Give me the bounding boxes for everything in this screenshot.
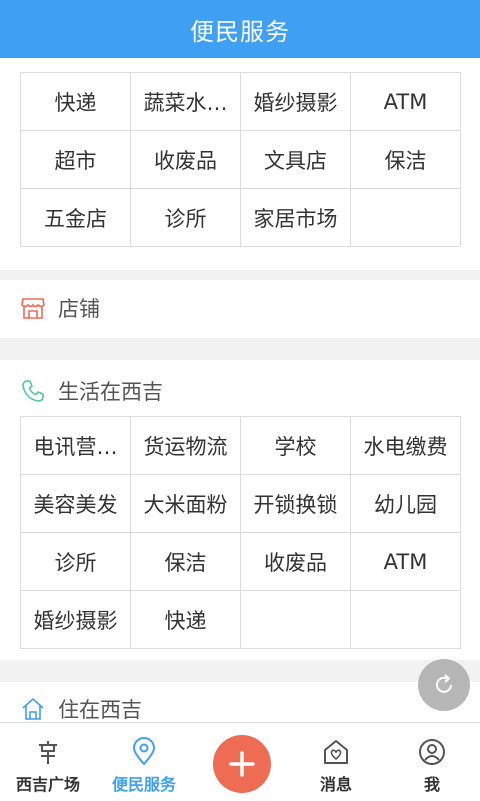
life-cell-empty (351, 591, 461, 649)
life-cell[interactable]: 幼儿园 (351, 475, 461, 533)
tab-me[interactable]: 我 (384, 723, 480, 801)
life-cell[interactable]: 保洁 (131, 533, 241, 591)
shop-icon (21, 298, 45, 319)
page-title: 便民服务 (190, 17, 290, 46)
life-cell[interactable]: 美容美发 (21, 475, 131, 533)
life-cell[interactable]: 快递 (131, 591, 241, 649)
service-cell[interactable]: ATM (351, 73, 461, 131)
service-cell[interactable]: 超市 (21, 131, 131, 189)
life-cell[interactable]: 婚纱摄影 (21, 591, 131, 649)
tab-label: 我 (423, 775, 440, 794)
user-icon (419, 739, 445, 765)
service-cell[interactable]: 蔬菜水… (131, 73, 241, 131)
service-cell[interactable]: 五金店 (21, 189, 131, 247)
live-section[interactable]: 住在西吉 (0, 682, 480, 722)
top-bar: 便民服务 (0, 0, 480, 58)
tab-xiji-plaza[interactable]: 西吉广场 (0, 723, 96, 801)
life-cell[interactable]: 诊所 (21, 533, 131, 591)
refresh-icon (436, 674, 452, 693)
shops-title: 店铺 (58, 297, 100, 321)
plaza-icon (39, 741, 57, 764)
life-title: 生活在西吉 (58, 380, 163, 404)
service-cell[interactable]: 收废品 (131, 131, 241, 189)
life-cell[interactable]: ATM (351, 533, 461, 591)
tab-label: 消息 (319, 775, 352, 794)
services-grid: 快递 蔬菜水… 婚纱摄影 ATM 超市 收废品 文具店 保洁 五金店 诊所 家居… (20, 72, 461, 247)
tab-convenience-services[interactable]: 便民服务 (96, 723, 192, 801)
life-cell[interactable]: 电讯营… (21, 417, 131, 475)
life-header[interactable]: 生活在西吉 (20, 376, 163, 406)
life-section: 生活在西吉 电讯营… 货运物流 学校 水电缴费 美容美发 大米面粉 开锁换锁 幼… (0, 360, 480, 660)
message-icon (324, 740, 348, 764)
service-cell-empty (351, 189, 461, 247)
life-cell[interactable]: 开锁换锁 (241, 475, 351, 533)
life-cell[interactable]: 学校 (241, 417, 351, 475)
add-button[interactable] (213, 735, 271, 793)
service-cell[interactable]: 保洁 (351, 131, 461, 189)
service-cell[interactable]: 快递 (21, 73, 131, 131)
refresh-button[interactable] (418, 659, 470, 711)
live-title: 住在西吉 (58, 698, 142, 722)
service-cell[interactable]: 家居市场 (241, 189, 351, 247)
life-cell[interactable]: 收废品 (241, 533, 351, 591)
tab-messages[interactable]: 消息 (288, 723, 384, 801)
tab-label: 西吉广场 (15, 775, 80, 794)
live-header[interactable]: 住在西吉 (20, 694, 142, 724)
plus-icon (229, 751, 255, 777)
life-grid: 电讯营… 货运物流 学校 水电缴费 美容美发 大米面粉 开锁换锁 幼儿园 诊所 … (20, 416, 461, 649)
life-cell[interactable]: 货运物流 (131, 417, 241, 475)
phone-icon (22, 380, 44, 402)
services-block: 快递 蔬菜水… 婚纱摄影 ATM 超市 收废品 文具店 保洁 五金店 诊所 家居… (0, 58, 480, 270)
life-cell[interactable]: 大米面粉 (131, 475, 241, 533)
service-cell[interactable]: 婚纱摄影 (241, 73, 351, 131)
life-cell-empty (241, 591, 351, 649)
shops-header[interactable]: 店铺 (20, 293, 100, 323)
life-cell[interactable]: 水电缴费 (351, 417, 461, 475)
service-cell[interactable]: 诊所 (131, 189, 241, 247)
shops-section[interactable]: 店铺 (0, 280, 480, 338)
service-cell[interactable]: 文具店 (241, 131, 351, 189)
location-pin-icon (132, 737, 156, 766)
tab-label: 便民服务 (111, 775, 176, 794)
house-icon (22, 698, 44, 720)
